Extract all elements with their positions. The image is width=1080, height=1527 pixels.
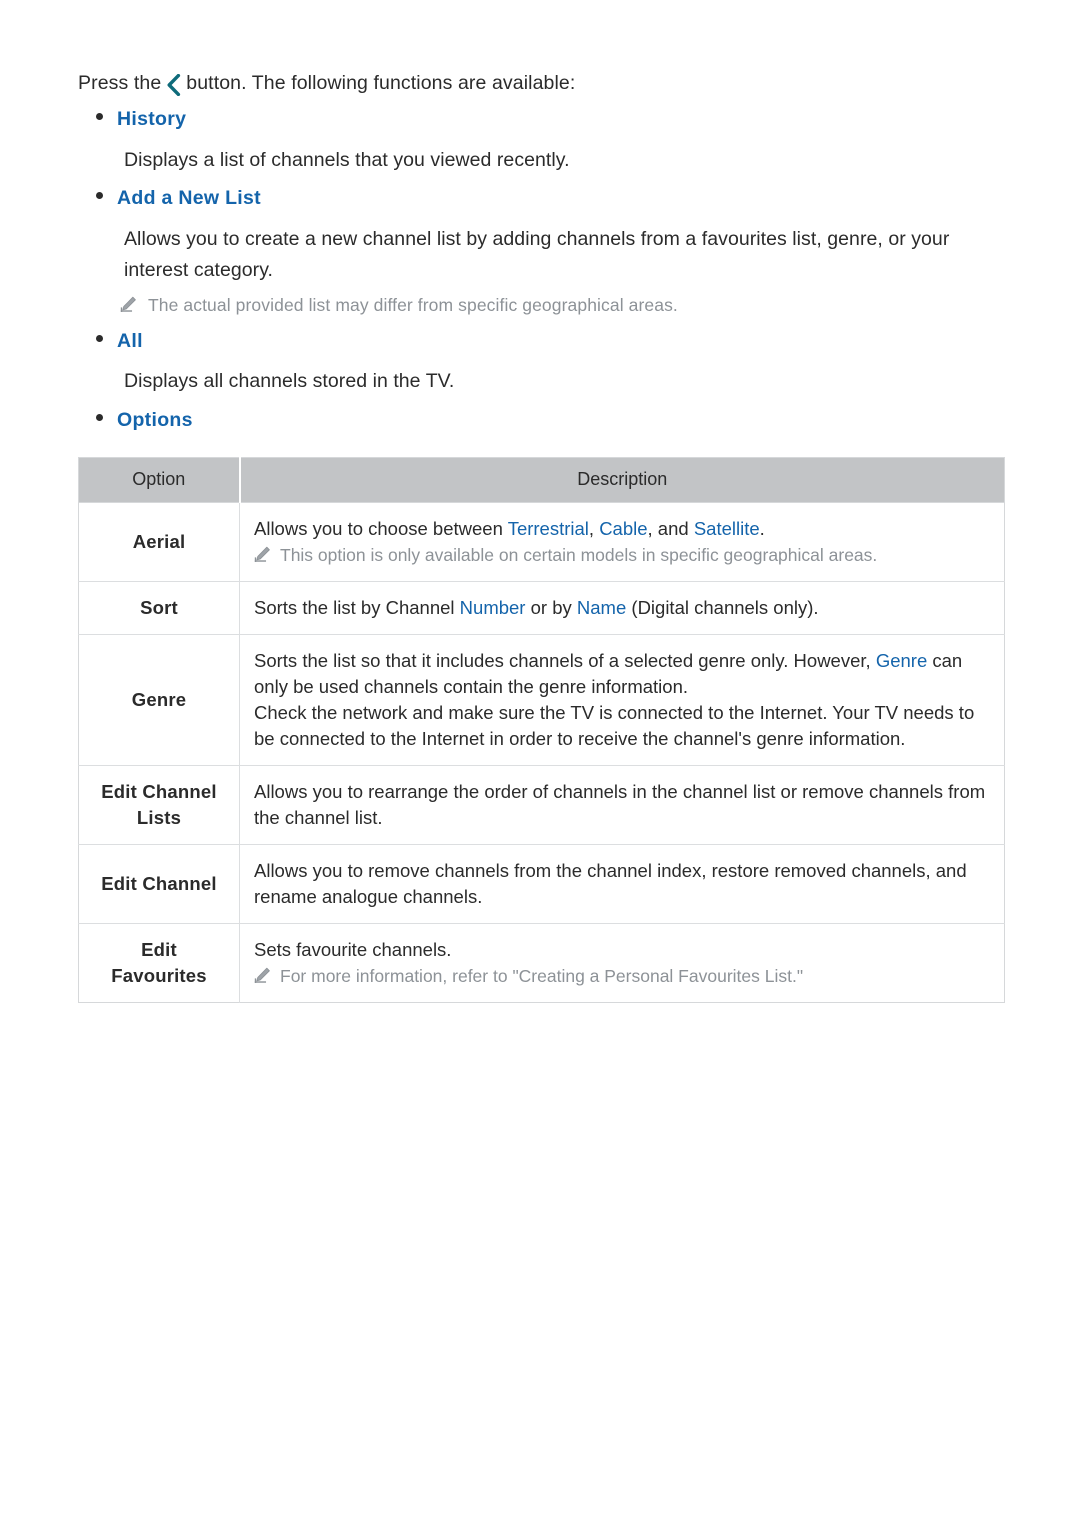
intro-text-before: Press the bbox=[78, 72, 162, 94]
desc-text: or by bbox=[525, 597, 577, 618]
section-label-all: All bbox=[117, 330, 143, 352]
desc-text: Sorts the list by Channel bbox=[254, 597, 460, 618]
keyword-cable[interactable]: Cable bbox=[599, 518, 647, 539]
note-text: This option is only available on certain… bbox=[280, 545, 878, 565]
section-label-history: History bbox=[117, 108, 187, 130]
section-heading-all[interactable]: All bbox=[96, 330, 143, 353]
option-description-edit-channel: Allows you to remove channels from the c… bbox=[239, 844, 1005, 924]
section-label-add-a-new-list: Add a New List bbox=[117, 187, 261, 209]
section-heading-add-a-new-list[interactable]: Add a New List bbox=[96, 187, 261, 210]
chevron-left-icon bbox=[166, 73, 181, 96]
keyword-terrestrial[interactable]: Terrestrial bbox=[508, 518, 589, 539]
option-name-genre[interactable]: Genre bbox=[78, 634, 240, 766]
option-name-line-1: Edit Channel bbox=[101, 781, 217, 802]
option-name-edit-channel[interactable]: Edit Channel bbox=[78, 844, 240, 924]
note-text: For more information, refer to "Creating… bbox=[280, 966, 804, 986]
option-description-edit-channel-lists: Allows you to rearrange the order of cha… bbox=[239, 765, 1005, 845]
description-line: Allows you to rearrange the order of cha… bbox=[254, 779, 990, 831]
description-line: Allows you to choose between Terrestrial… bbox=[254, 516, 990, 542]
table-header-row: Option Description bbox=[78, 457, 1005, 503]
option-name-edit-favourites[interactable]: Edit Favourites bbox=[78, 923, 240, 1003]
option-description-aerial: Allows you to choose between Terrestrial… bbox=[239, 502, 1005, 582]
table-row: Genre Sorts the list so that it includes… bbox=[78, 634, 1005, 766]
description-line: Allows you to remove channels from the c… bbox=[254, 858, 990, 910]
desc-text: only be used channels contain the genre … bbox=[254, 676, 689, 697]
bullet-icon bbox=[96, 414, 103, 421]
option-description-sort: Sorts the list by Channel Number or by N… bbox=[239, 581, 1005, 635]
table-row: Edit Channel Lists Allows you to rearrang… bbox=[78, 765, 1005, 845]
desc-text: Allows you to choose between bbox=[254, 518, 508, 539]
desc-text: (Digital channels only). bbox=[626, 597, 819, 618]
intro-text-after: button. The following functions are avai… bbox=[186, 72, 576, 94]
desc-text: the channel list. bbox=[254, 807, 383, 828]
desc-text: Sorts the list so that it includes chann… bbox=[254, 650, 876, 671]
options-table: Option Description Aerial Allows you to … bbox=[78, 457, 1005, 1003]
description-paragraph-2: Check the network and make sure the TV i… bbox=[254, 700, 990, 752]
description-line: Sorts the list by Channel Number or by N… bbox=[254, 595, 990, 621]
table-row: Aerial Allows you to choose between Terr… bbox=[78, 502, 1005, 582]
bullet-icon bbox=[96, 192, 103, 199]
desc-text: rename analogue channels. bbox=[254, 886, 483, 907]
section-body-add-a-new-list: Allows you to create a new channel list … bbox=[124, 224, 949, 286]
desc-text: , and bbox=[647, 518, 694, 539]
desc-text: be connected to the Internet in order to… bbox=[254, 728, 906, 749]
desc-text: , bbox=[588, 518, 600, 539]
pencil-icon bbox=[120, 296, 137, 313]
document-page: Press the button. The following function… bbox=[0, 0, 1080, 1527]
column-header-option: Option bbox=[78, 457, 241, 503]
bullet-icon bbox=[96, 335, 103, 342]
section-label-options: Options bbox=[117, 409, 193, 431]
desc-text: can bbox=[927, 650, 963, 671]
keyword-genre[interactable]: Genre bbox=[876, 650, 927, 671]
option-description-genre: Sorts the list so that it includes chann… bbox=[239, 634, 1005, 766]
desc-text: . bbox=[759, 518, 765, 539]
column-header-description: Description bbox=[239, 457, 1005, 503]
intro-sentence: Press the button. The following function… bbox=[78, 72, 576, 96]
desc-text: Allows you to rearrange the order of cha… bbox=[254, 781, 986, 802]
option-name-line-2: Lists bbox=[136, 807, 182, 828]
section-body-line-1: Allows you to create a new channel list … bbox=[124, 228, 950, 250]
section-heading-options[interactable]: Options bbox=[96, 409, 193, 432]
keyword-satellite[interactable]: Satellite bbox=[694, 518, 760, 539]
section-heading-history[interactable]: History bbox=[96, 108, 186, 131]
keyword-name[interactable]: Name bbox=[577, 597, 626, 618]
note-add-a-new-list: The actual provided list may differ from… bbox=[120, 292, 678, 318]
option-description-edit-favourites: Sets favourite channels. For more inform… bbox=[239, 923, 1005, 1003]
note-aerial: This option is only available on certain… bbox=[254, 543, 990, 568]
keyword-number[interactable]: Number bbox=[460, 597, 526, 618]
note-text: The actual provided list may differ from… bbox=[148, 295, 678, 315]
section-body-all: Displays all channels stored in the TV. bbox=[124, 370, 455, 392]
description-paragraph-1: Sorts the list so that it includes chann… bbox=[254, 648, 990, 700]
option-name-edit-channel-lists[interactable]: Edit Channel Lists bbox=[78, 765, 240, 845]
bullet-icon bbox=[96, 113, 103, 120]
table-row: Sort Sorts the list by Channel Number or… bbox=[78, 581, 1005, 635]
note-edit-favourites: For more information, refer to "Creating… bbox=[254, 964, 990, 989]
table-row: Edit Favourites Sets favourite channels.… bbox=[78, 923, 1005, 1003]
pencil-icon bbox=[254, 546, 271, 563]
section-body-history: Displays a list of channels that you vie… bbox=[124, 149, 570, 171]
pencil-icon bbox=[254, 967, 271, 984]
section-body-line-2: interest category. bbox=[124, 259, 274, 281]
desc-text: Allows you to remove channels from the c… bbox=[254, 860, 967, 881]
option-name-sort[interactable]: Sort bbox=[78, 581, 240, 635]
table-row: Edit Channel Allows you to remove channe… bbox=[78, 844, 1005, 924]
option-name-aerial[interactable]: Aerial bbox=[78, 502, 240, 582]
desc-text: Check the network and make sure the TV i… bbox=[254, 702, 975, 723]
description-line: Sets favourite channels. bbox=[254, 939, 452, 960]
